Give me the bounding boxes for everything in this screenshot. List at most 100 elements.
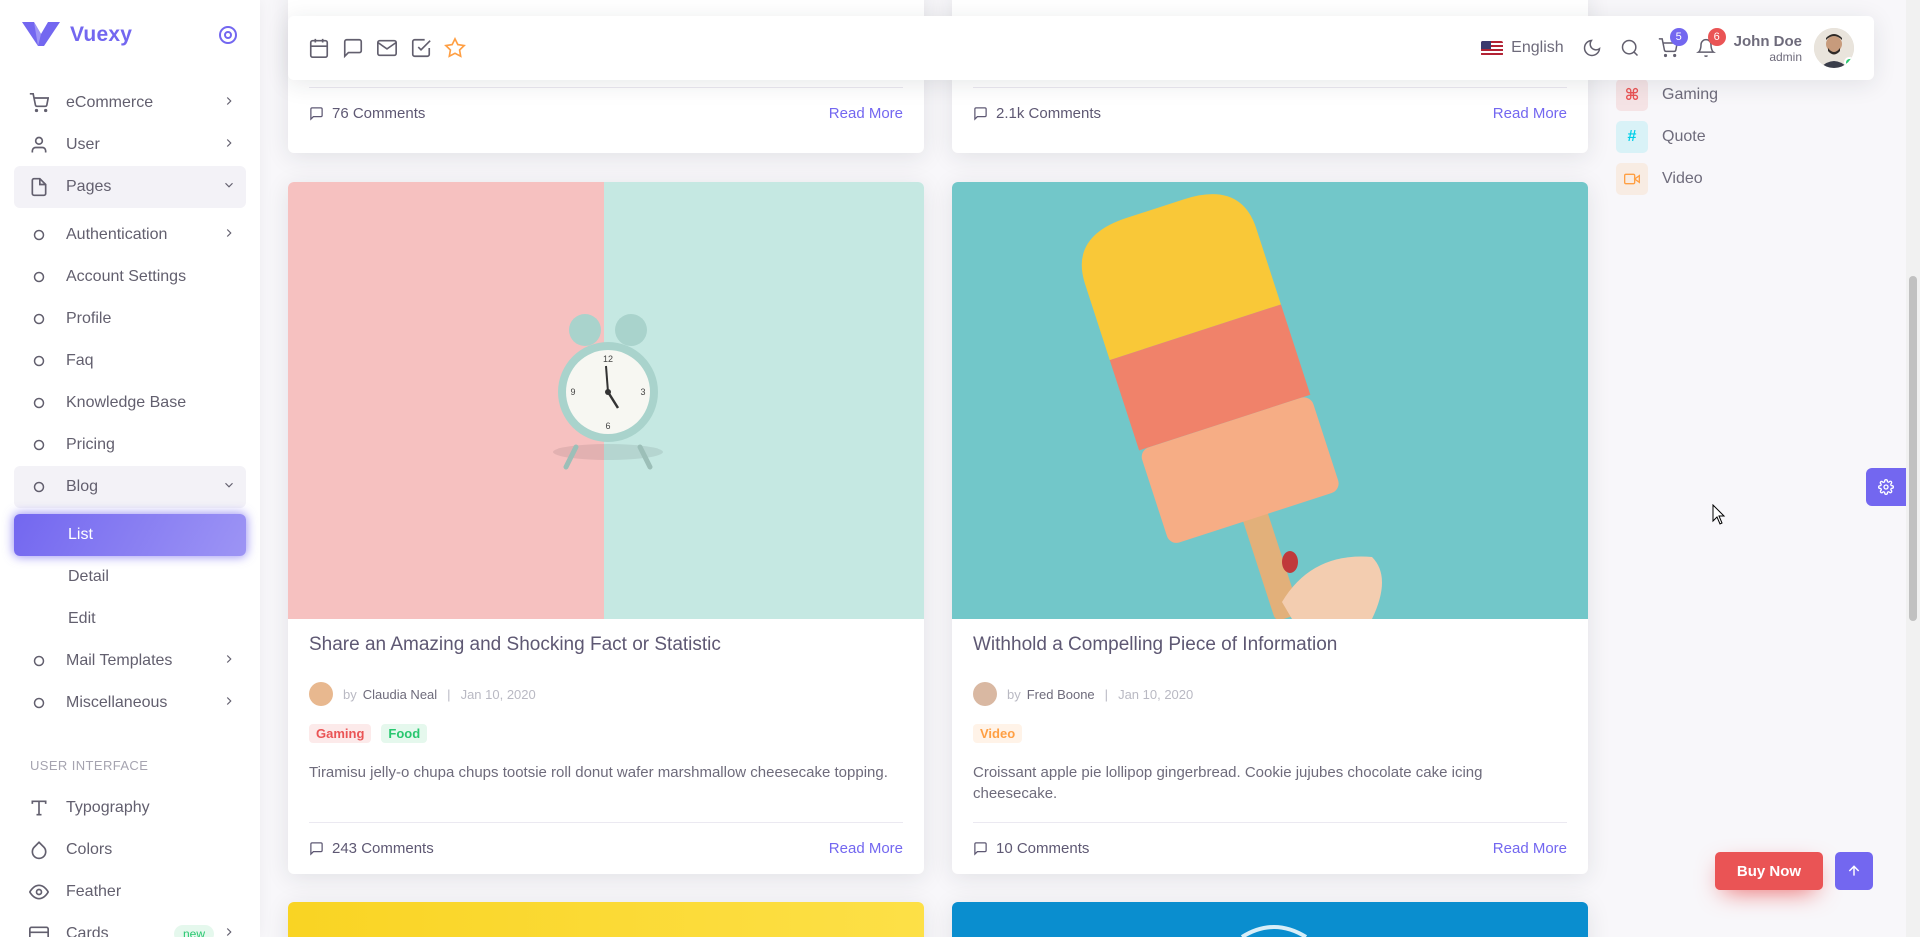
comments-link[interactable]: 2.1k Comments (973, 105, 1101, 122)
online-status-dot (1844, 57, 1854, 68)
category-item-video[interactable]: Video (1616, 158, 1718, 200)
sidebar-item-label: Faq (66, 352, 94, 369)
circle-icon (28, 229, 50, 241)
sidebar-item-cards[interactable]: Cards new (14, 913, 246, 937)
sidebar-item-authentication[interactable]: Authentication (14, 214, 246, 256)
sidebar-item-miscellaneous[interactable]: Miscellaneous (14, 682, 246, 724)
search-icon[interactable] (1620, 38, 1640, 58)
svg-text:9: 9 (570, 387, 575, 397)
notification-dropdown[interactable]: 6 (1695, 28, 1726, 58)
circle-icon (28, 397, 50, 409)
svg-text:12: 12 (603, 354, 613, 364)
sidebar-item-knowledge-base[interactable]: Knowledge Base (14, 382, 246, 424)
avatar (1814, 28, 1854, 68)
read-more-link[interactable]: Read More (829, 105, 903, 122)
blog-card-image-yellow[interactable] (288, 902, 924, 937)
scrollbar-thumb[interactable] (1909, 276, 1917, 621)
hash-icon: # (1616, 121, 1648, 153)
language-label: English (1511, 39, 1564, 56)
sidebar-item-ecommerce[interactable]: eCommerce (14, 82, 246, 124)
category-label: Gaming (1662, 86, 1719, 103)
card-footer: 243 Comments Read More (309, 822, 903, 874)
scroll-to-top-button[interactable] (1835, 852, 1873, 890)
blog-card-image-blue[interactable] (952, 902, 1588, 937)
sidebar-item-account-settings[interactable]: Account Settings (14, 256, 246, 298)
chat-icon[interactable] (342, 37, 364, 59)
blog-post-title[interactable]: Share an Amazing and Shocking Fact or St… (309, 634, 721, 656)
navbar-bookmarks (308, 37, 466, 59)
blog-card: Withhold a Compelling Piece of Informati… (952, 182, 1588, 874)
sidebar-item-pages[interactable]: Pages (14, 166, 246, 208)
comments-count: 10 Comments (996, 840, 1090, 857)
mouse-cursor-icon (1712, 504, 1726, 525)
brand-logo-link[interactable]: Vuexy (22, 22, 132, 48)
category-label: Quote (1662, 128, 1706, 145)
circle-icon (28, 355, 50, 367)
blog-list-content: 76 Comments Read More 2.1k Comments Read… (288, 0, 1588, 937)
video-icon (1616, 163, 1648, 195)
cart-dropdown[interactable]: 5 (1658, 28, 1688, 58)
sidebar-item-colors[interactable]: Colors (14, 829, 246, 871)
vuexy-logo-icon (22, 22, 60, 46)
sidebar-item-blog-list[interactable]: List (14, 514, 246, 556)
tag-badge[interactable]: Food (381, 724, 428, 743)
language-dropdown[interactable]: English (1481, 39, 1564, 57)
card-footer: 2.1k Comments Read More (973, 87, 1567, 139)
author-name[interactable]: Claudia Neal (363, 687, 437, 702)
sidebar-item-feather[interactable]: Feather (14, 871, 246, 913)
category-item-quote[interactable]: # Quote (1616, 116, 1718, 158)
sidebar-item-blog[interactable]: Blog (14, 466, 246, 508)
blog-post-image-popsicle[interactable] (952, 182, 1588, 619)
type-icon (28, 798, 50, 818)
sidebar-item-label: Detail (68, 568, 109, 585)
card-footer: 10 Comments Read More (973, 822, 1567, 874)
read-more-link[interactable]: Read More (1493, 840, 1567, 857)
moon-icon[interactable] (1582, 38, 1602, 58)
page-scrollbar[interactable] (1906, 0, 1920, 937)
tag-badge[interactable]: Video (973, 724, 1023, 743)
blog-post-title[interactable]: Withhold a Compelling Piece of Informati… (973, 634, 1337, 656)
top-navbar: English 5 6 John Doe admin (288, 16, 1874, 80)
sidebar-item-profile[interactable]: Profile (14, 298, 246, 340)
message-square-icon (974, 842, 987, 856)
sidebar-item-blog-edit[interactable]: Edit (14, 598, 246, 640)
chevron-right-icon (222, 652, 236, 671)
calendar-icon[interactable] (308, 37, 330, 59)
check-square-icon[interactable] (410, 37, 432, 59)
category-label: Video (1662, 170, 1703, 187)
mail-icon[interactable] (376, 37, 398, 59)
circle-icon (28, 313, 50, 325)
comments-link[interactable]: 10 Comments (973, 840, 1089, 857)
svg-text:3: 3 (640, 387, 645, 397)
read-more-link[interactable]: Read More (1493, 105, 1567, 122)
comments-link[interactable]: 243 Comments (309, 840, 434, 857)
buy-now-button[interactable]: Buy Now (1715, 852, 1823, 890)
sidebar-item-faq[interactable]: Faq (14, 340, 246, 382)
user-name: John Doe (1733, 32, 1802, 50)
sidebar-collapse-toggle-icon[interactable] (218, 25, 238, 45)
theme-customizer-toggle[interactable] (1866, 468, 1906, 506)
author-name[interactable]: Fred Boone (1027, 687, 1095, 702)
tag-badge[interactable]: Gaming (309, 724, 372, 743)
category-item-gaming[interactable]: ⌘ Gaming (1616, 74, 1718, 116)
message-square-icon (310, 842, 323, 856)
sidebar-item-mail-templates[interactable]: Mail Templates (14, 640, 246, 682)
sidebar-item-label: Blog (66, 478, 99, 495)
sidebar-item-label: Pages (66, 178, 112, 195)
sidebar-item-typography[interactable]: Typography (14, 787, 246, 829)
chevron-right-icon (222, 925, 236, 937)
sidebar-item-label: Edit (68, 610, 96, 627)
star-icon[interactable] (444, 37, 466, 59)
user-dropdown[interactable]: John Doe admin (1734, 28, 1854, 68)
blog-post-image-clock[interactable]: 12 3 6 9 (288, 182, 924, 619)
sidebar-item-pricing[interactable]: Pricing (14, 424, 246, 466)
command-icon: ⌘ (1616, 79, 1648, 111)
sidebar-item-user[interactable]: User (14, 124, 246, 166)
sidebar-item-label: Typography (66, 799, 150, 816)
comments-link[interactable]: 76 Comments (309, 105, 425, 122)
post-meta: by Fred Boone | Jan 10, 2020 (973, 682, 1193, 706)
read-more-link[interactable]: Read More (829, 840, 903, 857)
sidebar-item-blog-detail[interactable]: Detail (14, 556, 246, 598)
comments-count: 76 Comments (332, 105, 426, 122)
sidebar-item-label: Knowledge Base (66, 394, 187, 411)
